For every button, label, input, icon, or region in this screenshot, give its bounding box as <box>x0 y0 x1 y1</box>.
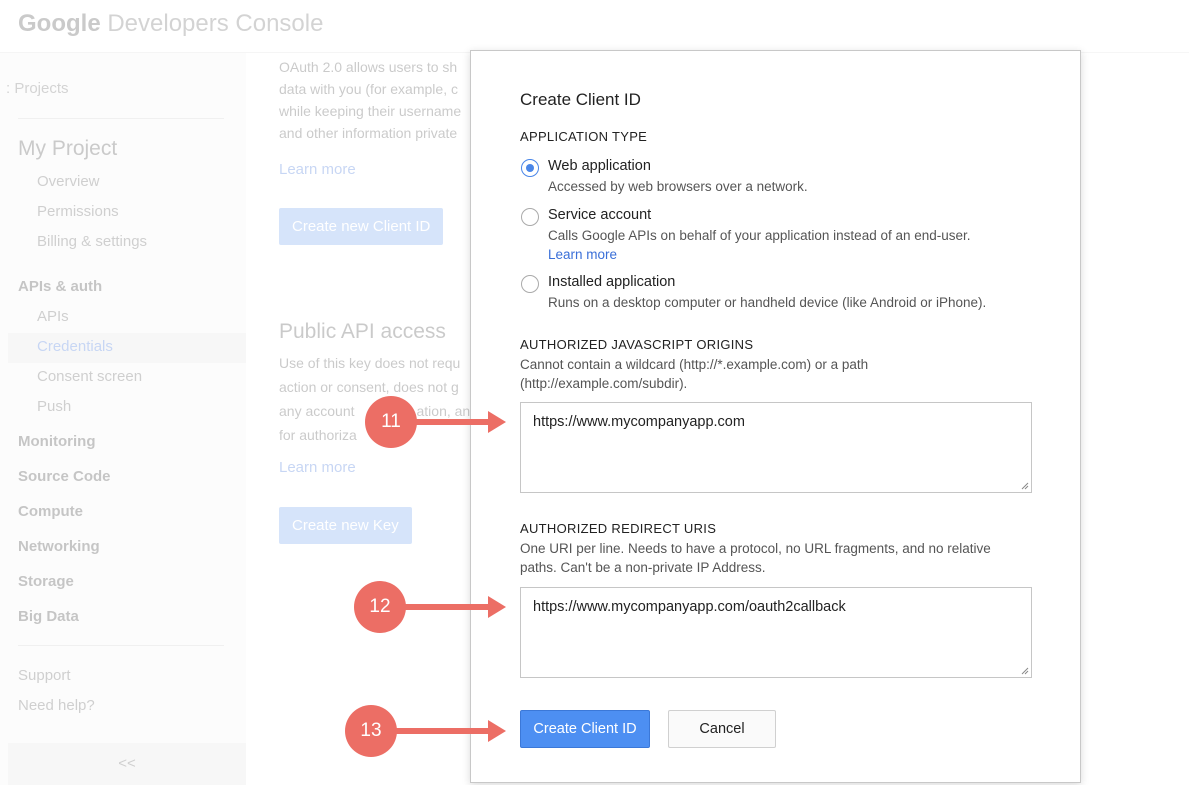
cancel-button[interactable]: Cancel <box>668 710 776 748</box>
step-arrow-12 <box>403 596 506 618</box>
sidebar-item-source-code[interactable]: Source Code <box>18 468 111 485</box>
application-type-label: APPLICATION TYPE <box>520 129 648 144</box>
sidebar-projects-link[interactable]: : Projects <box>6 80 69 97</box>
sidebar-item-consent-screen[interactable]: Consent screen <box>37 368 142 385</box>
step-arrow-11 <box>414 411 506 433</box>
option-label[interactable]: Installed application <box>548 274 675 290</box>
sidebar-support-link[interactable]: Support <box>18 667 71 684</box>
public-api-access-title: Public API access <box>279 320 446 343</box>
logo-developers-console: Developers Console <box>107 10 324 37</box>
public-api-description-line: Use of this key does not requ <box>279 355 461 371</box>
arrow-shaft <box>414 419 490 425</box>
sidebar-need-help-link[interactable]: Need help? <box>18 697 95 714</box>
create-new-key-button[interactable]: Create new Key <box>279 507 412 544</box>
redirect-uris-value[interactable]: https://www.mycompanyapp.com/oauth2callb… <box>533 599 846 615</box>
oauth-description-line: data with you (for example, c <box>279 81 458 97</box>
arrow-shaft <box>403 604 490 610</box>
dialog-title: Create Client ID <box>520 90 641 109</box>
resize-grip-icon[interactable] <box>1021 482 1029 490</box>
sidebar-divider <box>18 645 224 646</box>
oauth-learn-more-link[interactable]: Learn more <box>279 161 356 178</box>
radio-service-account[interactable] <box>521 208 539 226</box>
sidebar-item-permissions[interactable]: Permissions <box>37 203 119 220</box>
create-client-id-button[interactable]: Create Client ID <box>520 710 650 748</box>
radio-installed-application[interactable] <box>521 275 539 293</box>
sidebar-item-apis-auth[interactable]: APIs & auth <box>18 278 102 295</box>
arrow-head-icon <box>488 596 506 618</box>
step-badge-12: 12 <box>354 581 406 633</box>
public-api-description-line: for authoriza <box>279 427 357 443</box>
radio-web-application[interactable] <box>521 159 539 177</box>
option-description: Calls Google APIs on behalf of your appl… <box>548 228 971 243</box>
sidebar-item-overview[interactable]: Overview <box>37 173 100 190</box>
public-api-line-start: any account <box>279 403 355 419</box>
option-description: Accessed by web browsers over a network. <box>548 179 808 194</box>
create-new-client-id-button[interactable]: Create new Client ID <box>279 208 444 245</box>
sidebar-divider <box>18 118 224 119</box>
js-origins-help-line: Cannot contain a wildcard (http://*.exam… <box>520 357 869 372</box>
step-badge-13: 13 <box>345 705 397 757</box>
option-description: Runs on a desktop computer or handheld d… <box>548 295 987 310</box>
service-account-learn-more-link[interactable]: Learn more <box>548 247 617 262</box>
oauth-description-line: while keeping their username <box>279 103 462 119</box>
sidebar-item-big-data[interactable]: Big Data <box>18 608 79 625</box>
logo-google: Google <box>18 10 101 37</box>
redirect-uris-help-line: One URI per line. Needs to have a protoc… <box>520 541 991 556</box>
public-api-learn-more-link[interactable]: Learn more <box>279 459 356 476</box>
oauth-description-line: OAuth 2.0 allows users to sh <box>279 59 458 75</box>
sidebar-item-credentials[interactable]: Credentials <box>37 338 113 355</box>
sidebar-item-apis[interactable]: APIs <box>37 308 69 325</box>
arrow-head-icon <box>488 411 506 433</box>
public-api-description-line: action or consent, does not g <box>279 379 459 395</box>
step-arrow-13 <box>394 720 506 742</box>
sidebar-project-name[interactable]: My Project <box>18 137 117 161</box>
redirect-uris-help-line: paths. Can't be a non-private IP Address… <box>520 560 766 575</box>
oauth-description-line: and other information private <box>279 125 458 141</box>
sidebar: : Projects My Project Overview Permissio… <box>0 53 246 785</box>
option-label[interactable]: Service account <box>548 207 651 223</box>
redirect-uris-textarea[interactable]: https://www.mycompanyapp.com/oauth2callb… <box>520 587 1032 678</box>
console-logo: Google Developers Console <box>18 10 323 38</box>
redirect-uris-label: AUTHORIZED REDIRECT URIS <box>520 521 717 536</box>
arrow-head-icon <box>488 720 506 742</box>
sidebar-collapse-button[interactable]: << <box>8 743 246 785</box>
sidebar-item-compute[interactable]: Compute <box>18 503 83 520</box>
sidebar-item-push[interactable]: Push <box>37 398 71 415</box>
sidebar-item-networking[interactable]: Networking <box>18 538 100 555</box>
js-origins-textarea[interactable]: https://www.mycompanyapp.com <box>520 402 1032 493</box>
step-badge-11: 11 <box>365 396 417 448</box>
create-client-id-dialog: Create Client ID APPLICATION TYPE Web ap… <box>470 50 1081 783</box>
option-label[interactable]: Web application <box>548 158 651 174</box>
resize-grip-icon[interactable] <box>1021 667 1029 675</box>
sidebar-item-monitoring[interactable]: Monitoring <box>18 433 95 450</box>
js-origins-value[interactable]: https://www.mycompanyapp.com <box>533 414 745 430</box>
redirect-uris-help: One URI per line. Needs to have a protoc… <box>520 539 1040 577</box>
js-origins-help: Cannot contain a wildcard (http://*.exam… <box>520 355 1040 393</box>
js-origins-label: AUTHORIZED JAVASCRIPT ORIGINS <box>520 337 754 352</box>
sidebar-item-storage[interactable]: Storage <box>18 573 74 590</box>
js-origins-help-line: (http://example.com/subdir). <box>520 376 688 391</box>
arrow-shaft <box>394 728 490 734</box>
sidebar-item-billing[interactable]: Billing & settings <box>37 233 147 250</box>
